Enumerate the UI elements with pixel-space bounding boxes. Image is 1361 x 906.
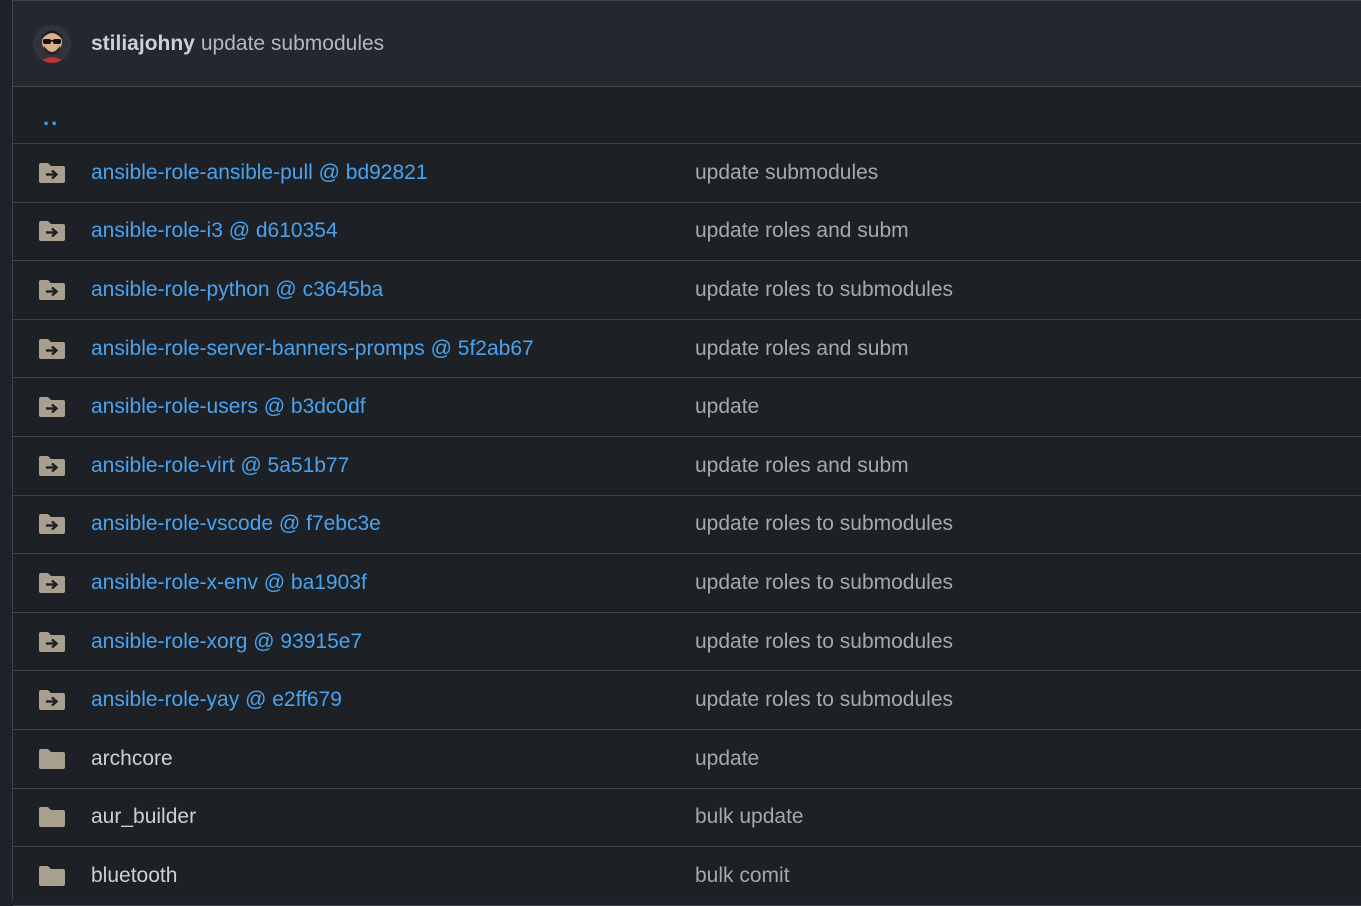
submodule-link[interactable]: ansible-role-ansible-pull @ bd92821 xyxy=(91,161,428,185)
file-browser-panel: stiliajohny update submodules .. ansible… xyxy=(12,0,1361,906)
table-row[interactable]: ansible-role-x-env @ ba1903f update roles… xyxy=(13,554,1361,613)
commit-message-link[interactable]: bulk comit xyxy=(695,864,790,888)
submodule-link[interactable]: ansible-role-server-banners-promps @ 5f2… xyxy=(91,337,534,361)
table-row[interactable]: ansible-role-i3 @ d610354 update roles an… xyxy=(13,203,1361,262)
table-row[interactable]: ansible-role-users @ b3dc0df update xyxy=(13,378,1361,437)
table-row[interactable]: ansible-role-xorg @ 93915e7 update roles … xyxy=(13,613,1361,672)
submodule-folder-icon xyxy=(38,279,66,301)
commit-message-link[interactable]: update roles to submodules xyxy=(695,278,953,302)
submodule-folder-icon xyxy=(38,513,66,535)
submodule-folder-icon xyxy=(38,338,66,360)
commit-message-link[interactable]: update xyxy=(695,395,759,419)
submodule-folder-icon xyxy=(38,455,66,477)
folder-icon xyxy=(38,865,66,887)
commit-message-link[interactable]: update roles to submodules xyxy=(695,512,953,536)
submodule-folder-icon xyxy=(38,631,66,653)
submodule-link[interactable]: ansible-role-vscode @ f7ebc3e xyxy=(91,512,381,536)
submodule-folder-icon xyxy=(38,396,66,418)
table-row[interactable]: archcore update xyxy=(13,730,1361,789)
commit-message-link[interactable]: update roles to submodules xyxy=(695,571,953,595)
table-row[interactable]: bluetooth bulk comit xyxy=(13,847,1361,906)
commit-message-link[interactable]: update roles to submodules xyxy=(695,688,953,712)
parent-directory-row[interactable]: .. xyxy=(13,87,1361,144)
submodule-link[interactable]: ansible-role-virt @ 5a51b77 xyxy=(91,454,349,478)
submodule-folder-icon xyxy=(38,162,66,184)
commit-message-link[interactable]: bulk update xyxy=(695,805,804,829)
submodule-link[interactable]: ansible-role-users @ b3dc0df xyxy=(91,395,366,419)
commit-message-link[interactable]: update roles and subm xyxy=(695,454,909,478)
commit-message-link[interactable]: update roles and subm xyxy=(695,219,909,243)
table-row[interactable]: ansible-role-server-banners-promps @ 5f2… xyxy=(13,320,1361,379)
commit-message-link[interactable]: update xyxy=(695,747,759,771)
file-list: ansible-role-ansible-pull @ bd92821 updat… xyxy=(13,144,1361,906)
commit-author[interactable]: stiliajohny xyxy=(91,32,195,56)
submodule-folder-icon xyxy=(38,572,66,594)
table-row[interactable]: ansible-role-virt @ 5a51b77 update roles … xyxy=(13,437,1361,496)
submodule-folder-icon xyxy=(38,689,66,711)
submodule-folder-icon xyxy=(38,220,66,242)
latest-commit-header: stiliajohny update submodules xyxy=(13,1,1361,87)
folder-link[interactable]: bluetooth xyxy=(91,864,177,888)
commit-message-link[interactable]: update roles to submodules xyxy=(695,630,953,654)
table-row[interactable]: ansible-role-vscode @ f7ebc3e update role… xyxy=(13,496,1361,555)
submodule-link[interactable]: ansible-role-i3 @ d610354 xyxy=(91,219,338,243)
folder-icon xyxy=(38,748,66,770)
submodule-link[interactable]: ansible-role-yay @ e2ff679 xyxy=(91,688,342,712)
submodule-link[interactable]: ansible-role-x-env @ ba1903f xyxy=(91,571,367,595)
folder-link[interactable]: archcore xyxy=(91,747,173,771)
commit-message-link[interactable]: update roles and subm xyxy=(695,337,909,361)
folder-icon xyxy=(38,806,66,828)
avatar[interactable] xyxy=(33,24,71,63)
table-row[interactable]: ansible-role-python @ c3645ba update role… xyxy=(13,261,1361,320)
folder-link[interactable]: aur_builder xyxy=(91,805,196,829)
parent-directory-link[interactable]: .. xyxy=(43,101,59,129)
table-row[interactable]: ansible-role-ansible-pull @ bd92821 updat… xyxy=(13,144,1361,203)
table-row[interactable]: ansible-role-yay @ e2ff679 update roles t… xyxy=(13,671,1361,730)
submodule-link[interactable]: ansible-role-python @ c3645ba xyxy=(91,278,383,302)
commit-message-link[interactable]: update submodules xyxy=(695,161,878,185)
submodule-link[interactable]: ansible-role-xorg @ 93915e7 xyxy=(91,630,362,654)
commit-message[interactable]: update submodules xyxy=(201,32,384,56)
table-row[interactable]: aur_builder bulk update xyxy=(13,789,1361,848)
